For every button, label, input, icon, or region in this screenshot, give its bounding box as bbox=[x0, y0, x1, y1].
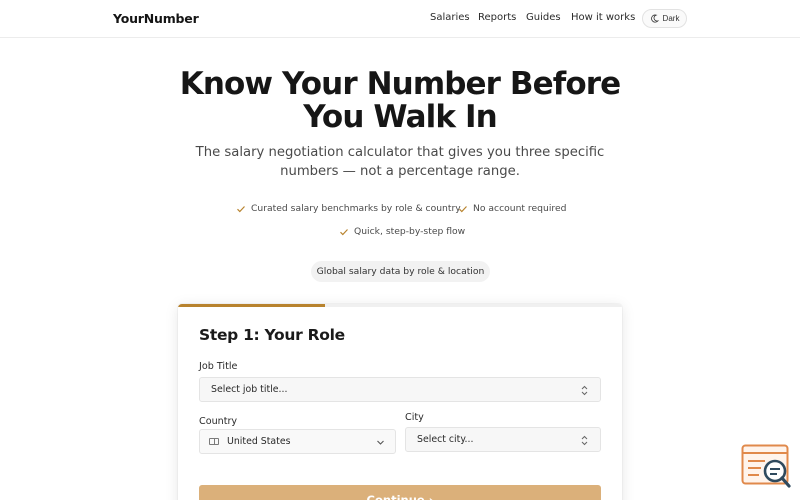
chevron-down-icon bbox=[377, 440, 384, 445]
dark-mode-toggle[interactable]: Dark bbox=[642, 9, 687, 28]
country-label: Country bbox=[199, 416, 238, 427]
country-select[interactable]: United States bbox=[199, 429, 396, 454]
hero-subtitle: The salary negotiation calculator that g… bbox=[195, 145, 605, 179]
feature-label: No account required bbox=[473, 203, 567, 214]
job-title-value: Select job title... bbox=[211, 384, 288, 395]
salary-form-card: Step 1: Your Role Job Title Select job t… bbox=[178, 304, 622, 500]
check-icon bbox=[340, 228, 348, 235]
feature-benchmarks: Curated salary benchmarks by role & coun… bbox=[236, 203, 461, 214]
step-title: Step 1: Your Role bbox=[199, 326, 345, 344]
select-caret-icon bbox=[581, 435, 588, 446]
check-icon bbox=[237, 205, 245, 212]
feature-quick-flow: Quick, step-by-step flow bbox=[339, 226, 465, 237]
hero-title: Know Your Number Before You Walk In bbox=[179, 66, 621, 135]
city-select[interactable]: Select city... bbox=[405, 427, 601, 452]
dark-mode-label: Dark bbox=[662, 14, 680, 23]
nav-link-guides[interactable]: Guides bbox=[526, 12, 561, 23]
top-navigation-bar: YourNumber Salaries Reports Guides How i… bbox=[0, 0, 800, 38]
continue-button[interactable]: Continue › bbox=[199, 485, 601, 500]
feature-label: Quick, step-by-step flow bbox=[354, 226, 466, 237]
help-search-icon[interactable] bbox=[741, 444, 793, 490]
select-caret-icon bbox=[581, 385, 588, 396]
nav-link-how-it-works[interactable]: How it works bbox=[571, 12, 635, 23]
feature-no-account: No account required bbox=[458, 203, 566, 214]
data-coverage-badge: Global salary data by role & location bbox=[311, 261, 490, 282]
country-value: United States bbox=[227, 436, 291, 447]
moon-icon bbox=[650, 14, 659, 23]
job-title-label: Job Title bbox=[199, 361, 238, 372]
city-value: Select city... bbox=[417, 434, 474, 445]
nav-link-salaries[interactable]: Salaries bbox=[430, 12, 470, 23]
job-title-select[interactable]: Select job title... bbox=[199, 377, 601, 402]
step-progress-fill bbox=[178, 304, 325, 307]
feature-label: Curated salary benchmarks by role & coun… bbox=[251, 203, 461, 214]
check-icon bbox=[459, 205, 467, 212]
flag-icon bbox=[209, 438, 219, 445]
city-label: City bbox=[405, 412, 424, 423]
step-progress-bar bbox=[178, 304, 622, 307]
nav-link-reports[interactable]: Reports bbox=[478, 12, 516, 23]
